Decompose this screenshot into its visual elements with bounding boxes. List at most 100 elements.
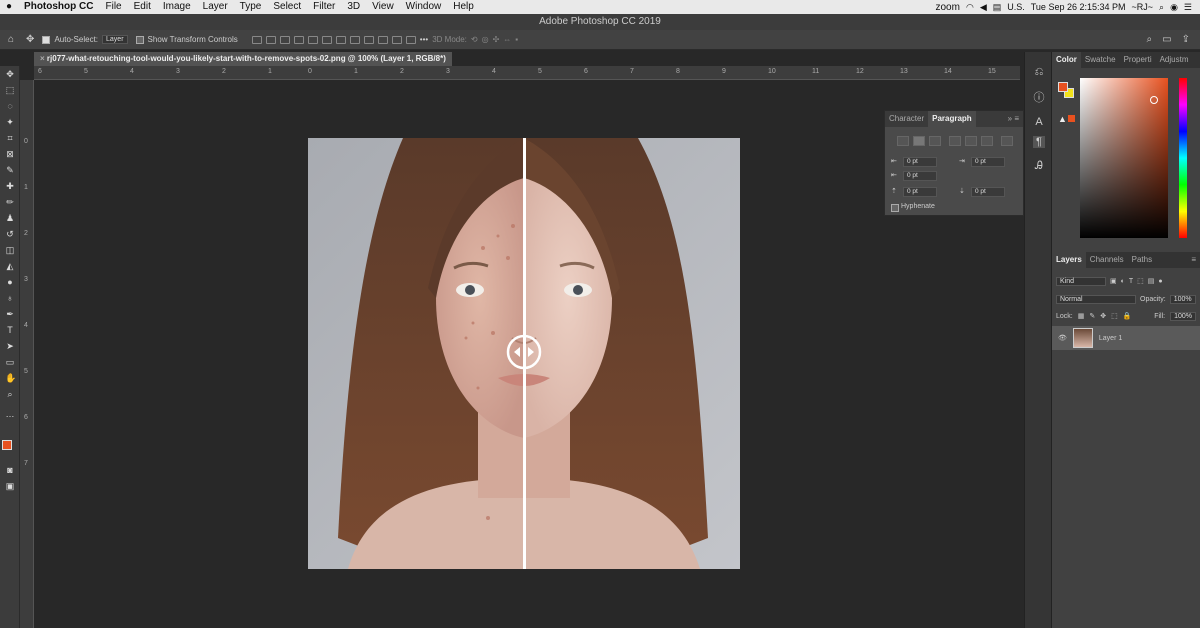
- justify-last-right-icon[interactable]: [981, 136, 993, 146]
- drag-3d-icon[interactable]: ✣: [493, 35, 500, 44]
- home-icon[interactable]: ⌂: [8, 34, 14, 45]
- distribute-hcenter-icon[interactable]: [391, 35, 402, 44]
- tab-paths[interactable]: Paths: [1128, 252, 1156, 268]
- align-vcenter-icon[interactable]: [265, 35, 276, 44]
- volume-icon[interactable]: ◀: [980, 2, 987, 13]
- space-before-field[interactable]: 0 pt: [903, 187, 937, 197]
- datetime-label[interactable]: Tue Sep 26 2:15:34 PM: [1031, 2, 1126, 12]
- tab-channels[interactable]: Channels: [1086, 252, 1128, 268]
- align-left-icon[interactable]: [293, 35, 304, 44]
- tab-character[interactable]: Character: [885, 111, 928, 127]
- menu-edit[interactable]: Edit: [128, 0, 157, 14]
- app-menu[interactable]: Photoshop CC: [18, 0, 99, 14]
- tab-paragraph[interactable]: Paragraph: [928, 111, 976, 127]
- brush-tool-icon[interactable]: ✏: [5, 198, 15, 207]
- panel-menu-icon[interactable]: ≡: [1187, 252, 1200, 268]
- eyedropper-tool-icon[interactable]: ✎: [5, 166, 15, 175]
- menu-image[interactable]: Image: [157, 0, 197, 14]
- show-transform-checkbox[interactable]: [135, 35, 144, 44]
- fill-field[interactable]: 100%: [1170, 311, 1196, 321]
- filter-pixel-icon[interactable]: ▣: [1110, 277, 1117, 285]
- distribute-right-icon[interactable]: [405, 35, 416, 44]
- layer-kind-dropdown[interactable]: Kind: [1056, 276, 1106, 286]
- tab-adjustments[interactable]: Adjustm: [1156, 52, 1193, 68]
- filter-smart-icon[interactable]: ▤: [1148, 277, 1155, 285]
- gradient-tool-icon[interactable]: ◭: [5, 262, 15, 271]
- workspace-icon[interactable]: ▭: [1162, 34, 1171, 45]
- more-tools-icon[interactable]: …: [5, 410, 15, 419]
- filter-type-icon[interactable]: T: [1129, 278, 1133, 285]
- character-panel-icon[interactable]: A: [1033, 116, 1045, 128]
- close-tab-icon[interactable]: ×: [40, 54, 47, 63]
- distribute-bottom-icon[interactable]: [363, 35, 374, 44]
- wifi-icon[interactable]: ◠: [966, 2, 974, 13]
- space-after-field[interactable]: 0 pt: [971, 187, 1005, 197]
- align-right-icon[interactable]: [321, 35, 332, 44]
- path-selection-tool-icon[interactable]: ➤: [5, 342, 15, 351]
- quick-mask-icon[interactable]: ◙: [5, 466, 15, 475]
- healing-brush-tool-icon[interactable]: ✚: [5, 182, 15, 191]
- blend-mode-dropdown[interactable]: Normal: [1056, 294, 1136, 304]
- siri-icon[interactable]: ◉: [1170, 2, 1178, 13]
- menu-3d[interactable]: 3D: [341, 0, 366, 14]
- justify-last-center-icon[interactable]: [965, 136, 977, 146]
- lock-position-icon[interactable]: ✥: [1100, 312, 1106, 320]
- auto-select-dropdown[interactable]: Layer: [102, 35, 128, 44]
- menu-filter[interactable]: Filter: [307, 0, 341, 14]
- indent-left-field[interactable]: 0 pt: [903, 157, 937, 167]
- foreground-color-swatch[interactable]: [2, 440, 12, 450]
- auto-select-checkbox[interactable]: [42, 35, 51, 44]
- dodge-tool-icon[interactable]: ♁: [5, 294, 15, 303]
- menu-file[interactable]: File: [99, 0, 127, 14]
- clone-stamp-tool-icon[interactable]: ♟: [5, 214, 15, 223]
- menu-window[interactable]: Window: [400, 0, 448, 14]
- screen-mode-icon[interactable]: ▣: [5, 482, 15, 491]
- more-options-icon[interactable]: •••: [420, 35, 428, 44]
- justify-all-icon[interactable]: [1001, 136, 1013, 146]
- tab-layers[interactable]: Layers: [1052, 252, 1086, 268]
- user-label[interactable]: ~RJ~: [1132, 2, 1154, 12]
- menu-layer[interactable]: Layer: [197, 0, 234, 14]
- align-top-icon[interactable]: [251, 35, 262, 44]
- hand-tool-icon[interactable]: ✋: [5, 374, 16, 383]
- opacity-field[interactable]: 100%: [1169, 294, 1196, 304]
- distribute-vcenter-icon[interactable]: [349, 35, 360, 44]
- justify-last-left-icon[interactable]: [949, 136, 961, 146]
- move-tool-icon[interactable]: ✥: [5, 70, 15, 79]
- eraser-tool-icon[interactable]: ◫: [5, 246, 15, 255]
- zoom-status[interactable]: zoom: [936, 2, 960, 13]
- lasso-tool-icon[interactable]: ◌: [5, 102, 15, 111]
- frame-tool-icon[interactable]: ⊠: [5, 150, 15, 159]
- lock-image-icon[interactable]: ✎: [1089, 312, 1095, 320]
- menu-list-icon[interactable]: ☰: [1184, 2, 1192, 13]
- pen-tool-icon[interactable]: ✒: [5, 310, 15, 319]
- locale-label[interactable]: U.S.: [1007, 2, 1025, 12]
- filter-shape-icon[interactable]: ⬚: [1137, 277, 1144, 285]
- lock-transparent-icon[interactable]: ▦: [1078, 312, 1085, 320]
- menu-type[interactable]: Type: [234, 0, 268, 14]
- lock-artboard-icon[interactable]: ⬚: [1111, 312, 1118, 320]
- menu-view[interactable]: View: [366, 0, 400, 14]
- share-icon[interactable]: ⇪: [1182, 34, 1190, 45]
- magic-wand-tool-icon[interactable]: ✦: [5, 118, 15, 127]
- blur-tool-icon[interactable]: ●: [5, 278, 15, 287]
- glyphs-panel-icon[interactable]: Ꭿ: [1033, 160, 1045, 172]
- document-image[interactable]: [308, 138, 740, 569]
- filter-adjust-icon[interactable]: ◐: [1121, 278, 1125, 285]
- align-hcenter-icon[interactable]: [307, 35, 318, 44]
- tab-swatches[interactable]: Swatche: [1081, 52, 1120, 68]
- align-center-text-icon[interactable]: [913, 136, 925, 146]
- orbit-3d-icon[interactable]: ⟲: [471, 35, 478, 44]
- paragraph-panel-icon[interactable]: ¶: [1033, 136, 1045, 148]
- align-left-text-icon[interactable]: [897, 136, 909, 146]
- move-tool-preset-icon[interactable]: ✥: [26, 34, 34, 45]
- marquee-tool-icon[interactable]: ⬚: [5, 86, 15, 95]
- color-foreground-swatch[interactable]: [1058, 82, 1068, 92]
- hue-slider[interactable]: [1179, 78, 1187, 238]
- crop-tool-icon[interactable]: ⌗: [5, 134, 15, 143]
- vertical-ruler[interactable]: 0 1 2 3 4 5 6 7: [20, 80, 34, 628]
- gamut-swatch[interactable]: [1068, 115, 1075, 122]
- roll-3d-icon[interactable]: ◎: [482, 35, 489, 44]
- zoom-tool-icon[interactable]: ⌕: [5, 390, 15, 399]
- layer-row[interactable]: 👁 Layer 1: [1052, 326, 1200, 350]
